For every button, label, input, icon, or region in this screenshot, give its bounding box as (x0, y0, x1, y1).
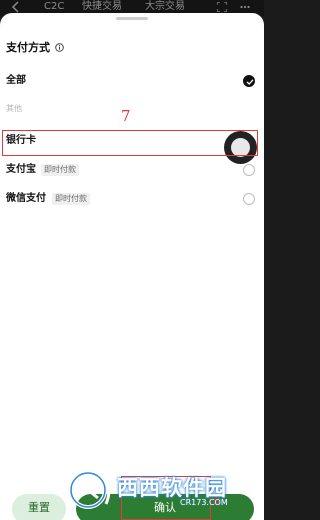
annotation-highlight-box (2, 130, 258, 156)
option-all-label[interactable]: 全部 (6, 74, 26, 88)
alipay-instant-tag: 即时付款 (41, 164, 79, 176)
sheet-drag-handle[interactable] (116, 17, 148, 20)
option-all-radio[interactable] (243, 75, 255, 87)
check-icon (246, 79, 254, 85)
back-icon[interactable] (10, 1, 22, 13)
app-root: C2C 快捷交易 大宗交易 支付方式 全部 其他 银行卡 支付宝 即时付款 微信… (0, 0, 264, 520)
scan-icon[interactable] (217, 2, 227, 12)
more-icon[interactable] (240, 2, 250, 12)
annotation-step-number: 7 (121, 107, 131, 125)
watermark-subtext: CR173.COM (180, 498, 228, 507)
watermark-text: 西西软件园 (117, 476, 227, 500)
info-icon[interactable] (55, 43, 64, 52)
option-wechat-radio[interactable] (243, 193, 255, 205)
section-other-label: 其他 (6, 104, 22, 113)
reset-button[interactable]: 重置 (12, 494, 66, 520)
payment-method-sheet: 支付方式 全部 其他 银行卡 支付宝 即时付款 微信支付 即时付款 (0, 13, 264, 520)
option-alipay-radio[interactable] (243, 164, 255, 176)
tab-quick-trade[interactable]: 快捷交易 (82, 1, 122, 13)
tab-block-trade[interactable]: 大宗交易 (145, 1, 185, 13)
option-alipay-label[interactable]: 支付宝 (6, 163, 36, 177)
tab-c2c[interactable]: C2C (44, 1, 64, 13)
wechat-instant-tag: 即时付款 (52, 193, 90, 205)
option-wechat-label[interactable]: 微信支付 (6, 192, 46, 206)
sheet-title: 支付方式 (6, 41, 50, 54)
